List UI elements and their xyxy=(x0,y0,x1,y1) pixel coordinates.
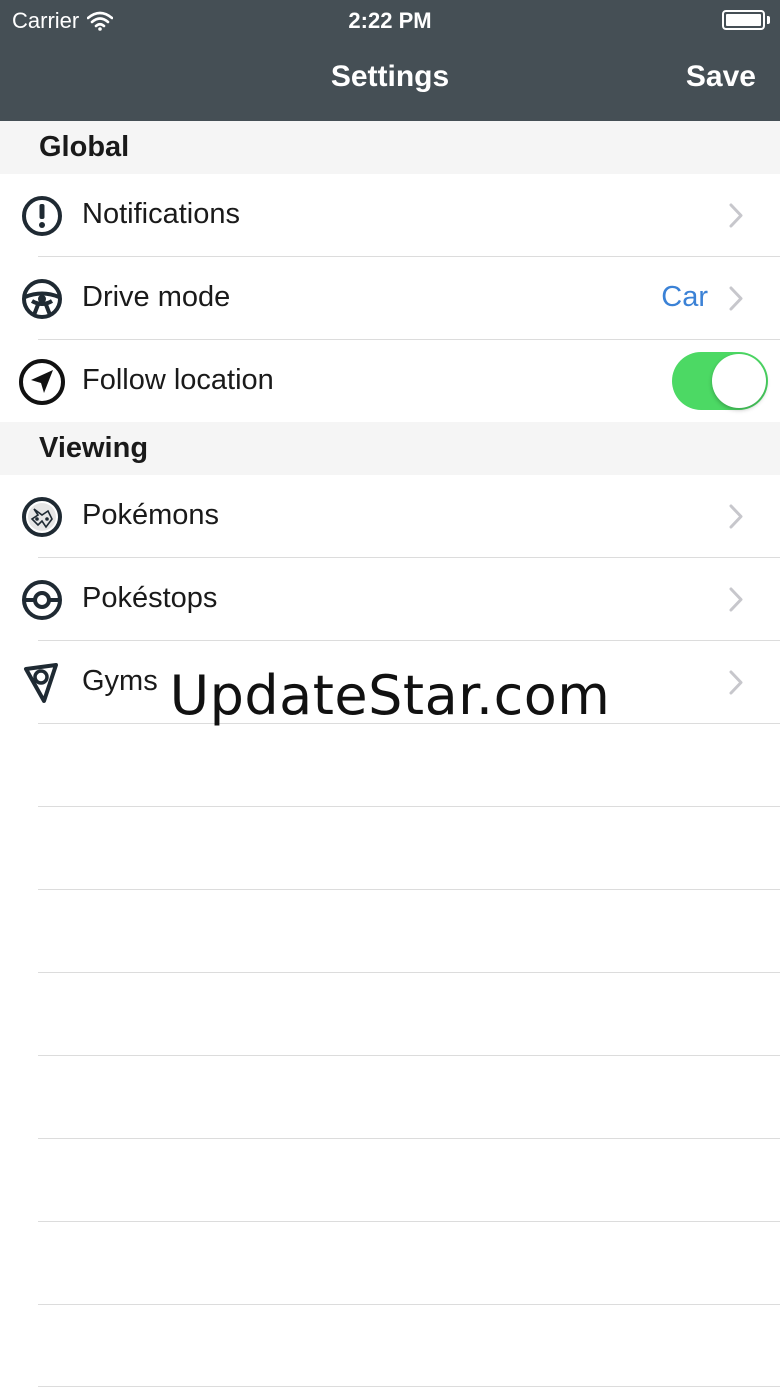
chevron-right-icon xyxy=(729,286,743,311)
empty-row-divider xyxy=(38,1138,780,1139)
drive-mode-value: Car xyxy=(661,281,708,313)
location-arrow-icon xyxy=(19,359,65,405)
watermark: UpdateStar.com xyxy=(169,664,611,727)
empty-row-divider xyxy=(38,806,780,807)
empty-row-divider xyxy=(38,1055,780,1056)
page-title: Settings xyxy=(330,60,450,93)
pokemon-icon xyxy=(22,497,62,537)
empty-row-divider xyxy=(38,889,780,890)
toggle-knob xyxy=(712,354,766,408)
row-drive-mode[interactable]: Drive mode Car xyxy=(0,257,780,340)
row-follow-location: Follow location xyxy=(0,340,780,423)
save-button[interactable]: Save xyxy=(686,60,756,94)
row-label: Pokémons xyxy=(82,499,220,531)
section-title: Global xyxy=(39,131,130,163)
section-header-global: Global xyxy=(0,121,780,174)
chevron-right-icon xyxy=(729,504,743,529)
row-pokestops[interactable]: Pokéstops xyxy=(0,558,780,641)
exclamation-circle-icon xyxy=(22,196,62,236)
empty-row-divider xyxy=(38,1221,780,1222)
header: Carrier 2:22 PM Settings Save xyxy=(0,0,780,121)
row-label: Notifications xyxy=(82,198,240,230)
row-pokemons[interactable]: Pokémons xyxy=(0,475,780,558)
settings-screen: Carrier 2:22 PM Settings Save Global Not… xyxy=(0,0,780,1387)
battery-icon xyxy=(722,10,770,30)
empty-row-divider xyxy=(38,972,780,973)
steering-wheel-icon xyxy=(22,279,62,319)
empty-row-divider xyxy=(38,1304,780,1305)
row-label: Follow location xyxy=(82,364,274,396)
row-label: Pokéstops xyxy=(82,582,218,614)
status-time: 2:22 PM xyxy=(348,8,432,33)
chevron-right-icon xyxy=(729,587,743,612)
row-notifications[interactable]: Notifications xyxy=(0,174,780,257)
section-header-viewing: Viewing xyxy=(0,422,780,475)
chevron-right-icon xyxy=(729,203,743,228)
section-title: Viewing xyxy=(39,432,149,464)
pokestop-icon xyxy=(22,580,62,620)
row-label: Drive mode xyxy=(82,281,231,313)
follow-location-toggle[interactable] xyxy=(672,352,768,410)
